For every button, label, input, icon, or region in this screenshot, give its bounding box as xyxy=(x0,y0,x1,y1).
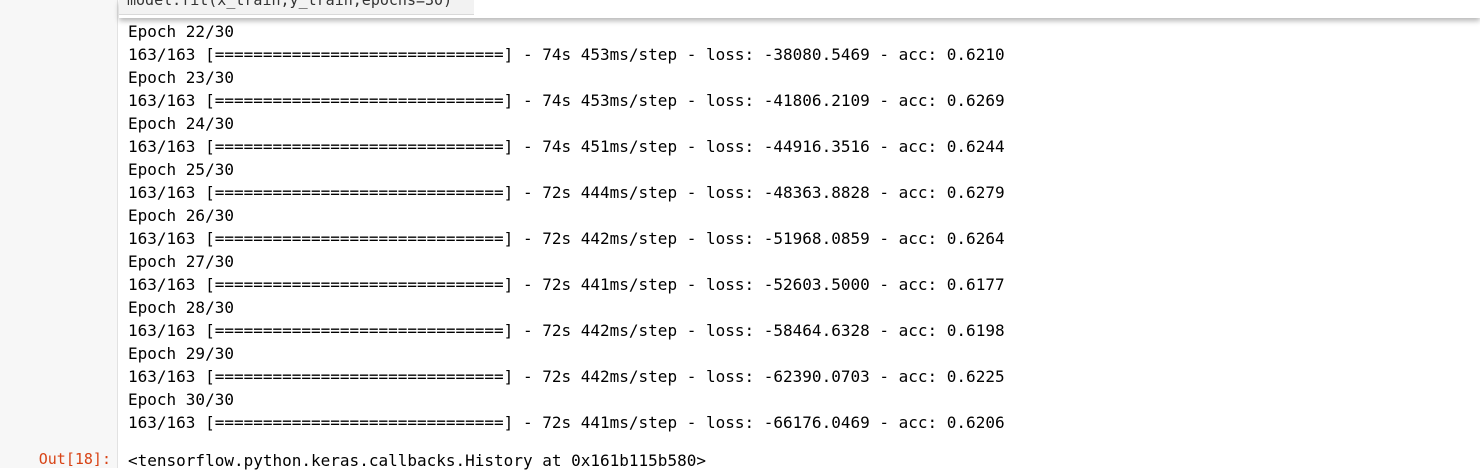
output-line: Epoch 29/30 xyxy=(128,344,234,363)
output-line: 163/163 [==============================]… xyxy=(128,45,1005,64)
output-line: Epoch 24/30 xyxy=(128,114,234,133)
output-line: 163/163 [==============================]… xyxy=(128,275,1005,294)
output-line: Epoch 30/30 xyxy=(128,390,234,409)
output-line: 163/163 [==============================]… xyxy=(128,229,1005,248)
output-line: 163/163 [==============================]… xyxy=(128,367,1005,386)
output-line: 163/163 [==============================]… xyxy=(128,91,1005,110)
output-line: Epoch 27/30 xyxy=(128,252,234,271)
output-line: 163/163 [==============================]… xyxy=(128,413,1005,432)
output-line: 163/163 [==============================]… xyxy=(128,137,1005,156)
output-line: Epoch 23/30 xyxy=(128,68,234,87)
output-line: Epoch 25/30 xyxy=(128,160,234,179)
prompt-gutter: Out[18]: xyxy=(0,0,118,468)
output-line: Epoch 28/30 xyxy=(128,298,234,317)
execute-result: <tensorflow.python.keras.callbacks.Histo… xyxy=(128,451,706,470)
output-line: 163/163 [==============================]… xyxy=(128,183,1005,202)
out-prompt: Out[18]: xyxy=(38,450,111,468)
code-line: model.fit(x_train,y_train,epochs=30) xyxy=(127,0,453,9)
output-line: Epoch 22/30 xyxy=(128,22,234,41)
output-line: 163/163 [==============================]… xyxy=(128,321,1005,340)
output-line: Epoch 26/30 xyxy=(128,206,234,225)
cell-output: Epoch 22/30 163/163 [===================… xyxy=(128,20,1328,434)
code-editor[interactable]: model.fit(x_train,y_train,epochs=30) xyxy=(119,0,474,15)
code-input-cell[interactable]: model.fit(x_train,y_train,epochs=30) xyxy=(119,0,1480,18)
